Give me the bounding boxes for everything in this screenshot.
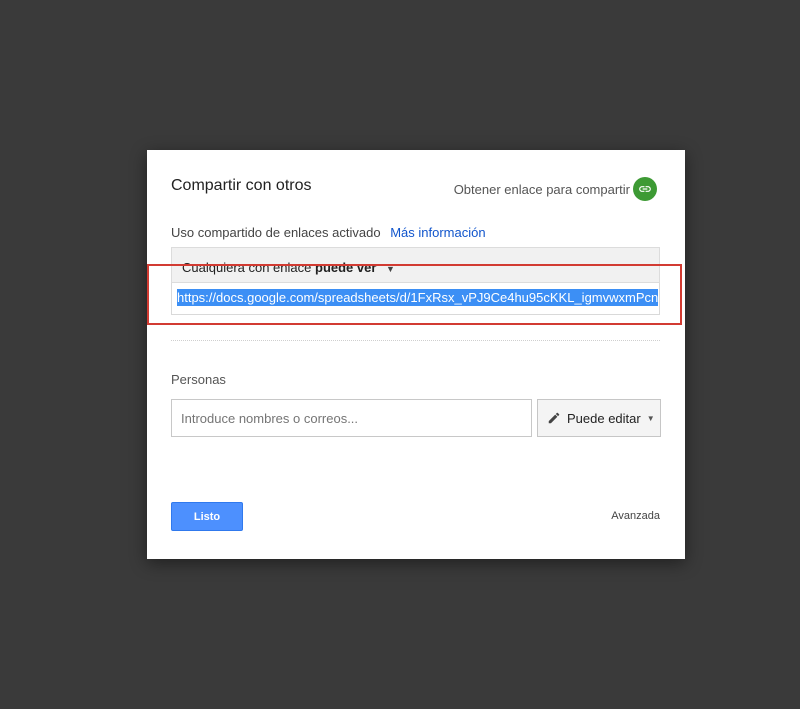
link-icon[interactable]: [633, 177, 657, 201]
link-permission-prefix: Cualquiera con enlace: [182, 260, 312, 275]
link-permission-dropdown[interactable]: Cualquiera con enlace puede ver ▼: [171, 247, 660, 283]
done-button[interactable]: Listo: [171, 502, 243, 531]
more-info-link[interactable]: Más información: [390, 225, 485, 240]
dialog-title: Compartir con otros: [171, 177, 312, 194]
chevron-down-icon: ▼: [646, 413, 655, 423]
share-url-field[interactable]: https://docs.google.com/spreadsheets/d/1…: [171, 283, 660, 315]
advanced-link[interactable]: Avanzada: [611, 510, 660, 522]
chevron-down-icon: ▼: [386, 264, 395, 274]
pencil-icon: [547, 411, 561, 425]
people-input[interactable]: [171, 399, 532, 437]
people-label: Personas: [171, 372, 226, 387]
get-link-label: Obtener enlace para compartir: [453, 181, 630, 197]
link-sharing-status: Uso compartido de enlaces activado Más i…: [171, 225, 486, 240]
share-dialog: Compartir con otros Obtener enlace para …: [147, 150, 685, 559]
divider: [171, 340, 660, 341]
share-url-text[interactable]: https://docs.google.com/spreadsheets/d/1…: [177, 289, 659, 306]
people-permission-dropdown[interactable]: Puede editar ▼: [537, 399, 661, 437]
link-permission-value: puede ver: [315, 260, 377, 275]
people-permission-label: Puede editar: [567, 410, 641, 426]
get-shareable-link-button[interactable]: Obtener enlace para compartir: [454, 177, 657, 201]
link-sharing-status-text: Uso compartido de enlaces activado: [171, 225, 381, 240]
